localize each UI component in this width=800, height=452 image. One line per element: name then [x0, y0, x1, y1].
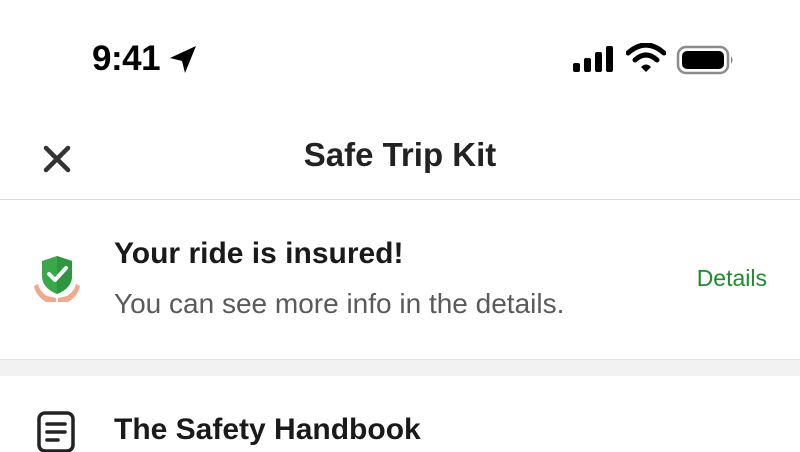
- shield-check-icon: [34, 256, 80, 302]
- page-title: Safe Trip Kit: [303, 136, 497, 173]
- document-icon: [37, 411, 75, 452]
- status-time: 9:41: [92, 39, 161, 78]
- insurance-subtitle: You can see more info in the details.: [114, 288, 565, 319]
- location-arrow-icon: [170, 46, 196, 73]
- status-bar: 9:41: [0, 0, 800, 118]
- details-link[interactable]: Details: [697, 262, 767, 294]
- header: Safe Trip Kit: [0, 118, 800, 200]
- insurance-banner: Your ride is insured! You can see more i…: [0, 200, 800, 360]
- section-divider: [0, 360, 800, 376]
- cellular-signal-icon: [573, 46, 613, 72]
- close-icon[interactable]: [36, 138, 78, 180]
- safety-handbook-item[interactable]: The Safety Handbook: [0, 376, 800, 452]
- insurance-title: Your ride is insured!: [114, 237, 404, 270]
- handbook-title: The Safety Handbook: [114, 413, 421, 446]
- wifi-icon: [626, 43, 666, 72]
- battery-icon: [676, 45, 733, 75]
